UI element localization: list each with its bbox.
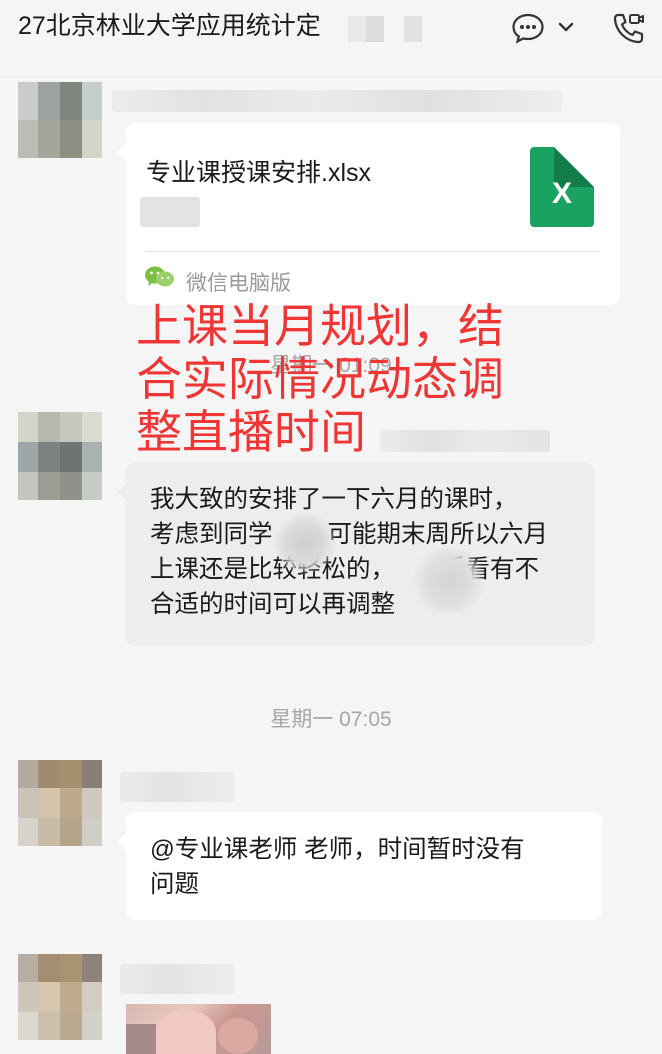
source-label: 微信电脑版 <box>186 272 291 295</box>
sender-name-mosaic <box>112 90 562 112</box>
mosaic-blur <box>274 512 336 574</box>
text-message-bubble[interactable]: 我大致的安排了一下六月的课时， 考虑到同学 可能期末周所以六月 上课还是比较轻松的… <box>117 462 594 646</box>
text-message-bubble[interactable]: @专业课老师 老师，时间暂时没有 问题 <box>117 812 602 920</box>
file-card-divider <box>146 251 600 252</box>
message-text: @专业课老师 老师，时间暂时没有 问题 <box>150 836 525 898</box>
avatar[interactable] <box>18 760 102 846</box>
excel-file-icon: X <box>530 147 594 227</box>
timestamp: 星期一 07:05 <box>270 708 392 731</box>
avatar[interactable] <box>18 954 102 1040</box>
wechat-icon <box>144 265 176 289</box>
message-text: 我大致的安排了一下六月的课时， 考虑到同学 可能期末周所以六月 上课还是比较轻松的… <box>150 486 548 618</box>
file-name: 专业课授课安排.xlsx <box>146 159 372 187</box>
header-divider <box>0 76 662 77</box>
mosaic-blur <box>410 548 488 614</box>
red-annotation-text: 上课当月规划，结 合实际情况动态调 整直播时间 <box>136 300 504 458</box>
chevron-down-icon[interactable] <box>555 16 577 38</box>
video-call-icon[interactable] <box>608 8 648 48</box>
title-mosaic <box>330 6 450 50</box>
sender-name-mosaic <box>120 772 234 802</box>
chat-title[interactable]: 27北京林业大学应用统计定 <box>18 10 353 42</box>
avatar[interactable] <box>18 412 102 500</box>
chat-header: 27北京林业大学应用统计定 <box>0 0 662 62</box>
file-size-mosaic <box>140 197 200 227</box>
chat-bubble-icon[interactable] <box>508 8 548 48</box>
sender-name-mosaic <box>120 964 234 994</box>
file-message-card[interactable]: 专业课授课安排.xlsx X 微信电脑版 <box>117 123 620 305</box>
image-message[interactable] <box>126 1004 271 1054</box>
avatar[interactable] <box>18 82 102 158</box>
